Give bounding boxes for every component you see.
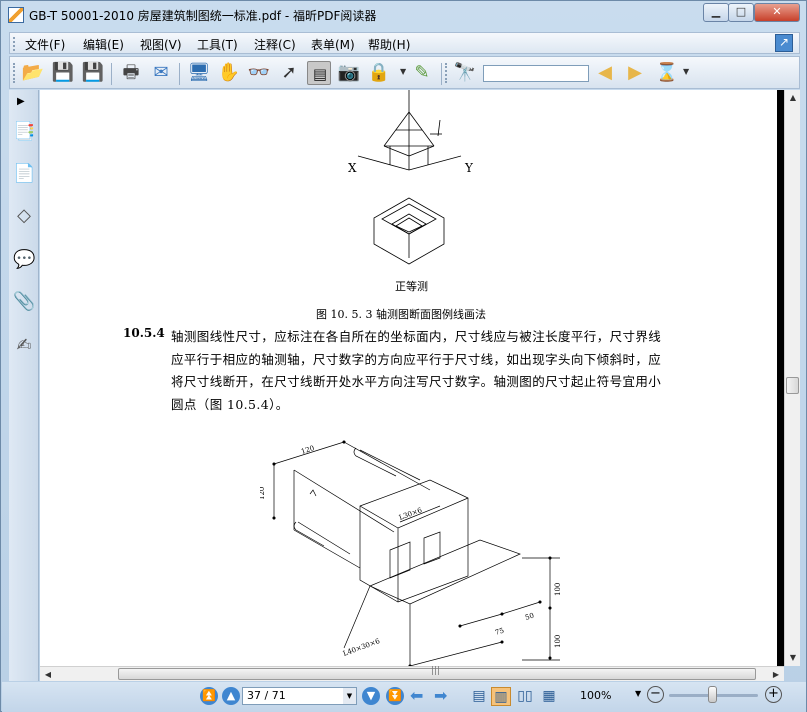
scroll-left-icon[interactable]: ◀ [40,667,56,682]
paragraph-line: 应平行于相应的轴测轴，尺寸数字的方向应平行于尺寸线，如出现字头向下倾斜时，应 [171,351,662,367]
menu-comment[interactable]: 注释(C) [254,36,296,53]
previous-page-icon[interactable]: ▲ [222,687,240,705]
dim-bottom-right: 50 [524,612,535,622]
next-page-icon[interactable]: ▼ [362,687,380,705]
bookmarks-icon[interactable]: 📑 [13,120,35,144]
minimize-button[interactable]: ▁ [703,3,729,22]
document-view[interactable]: X Y 正等测 图 10. 5. 3 轴测图断面图例线画法 10.5.4 轴测图… [40,90,784,666]
zoom-dropdown-icon[interactable]: ▼ [635,689,641,698]
toolbar-grip-2[interactable] [445,63,448,83]
next-result-icon[interactable]: ▶ [623,61,647,85]
signatures-icon[interactable]: ✍ [13,334,35,358]
find-binoculars-icon[interactable]: 🔭 [453,61,477,85]
prev-result-icon[interactable]: ◀ [593,61,617,85]
toolbar: 📂 💾 💾 🖶 ✉ 🖥 ✋ 👓 ➚ ▤ 📷 🔒 ▼ ✎ 🔭 ◀ ▶ ⌛ ▼ [9,56,800,89]
app-icon [8,7,24,23]
email-icon[interactable]: ✉ [149,61,173,85]
dim-left-height: 120 [260,487,266,500]
dim-angle-label: L30×6 [398,506,424,522]
dim-right-lower: 100 [554,635,560,648]
axonometric-section-figure: X Y [348,90,474,265]
menu-edit[interactable]: 编辑(E) [83,36,124,53]
menu-form[interactable]: 表单(M) [311,36,355,53]
zoom-out-icon[interactable]: − [647,686,664,703]
y-axis-label: Y [464,161,474,175]
window-title: GB-T 50001-2010 房屋建筑制图统一标准.pdf - 福昕PDF阅读… [29,9,377,23]
dim-right-upper: 100 [554,583,560,596]
dim-bottom-mid: 75 [494,627,505,637]
go-back-icon[interactable]: ⬅ [410,686,423,705]
continuous-facing-view-icon[interactable]: ▦ [539,687,559,706]
save-as-icon[interactable]: 💾 [81,61,105,85]
sign-icon[interactable]: ✎ [410,61,434,85]
snapshot-icon[interactable]: 📷 [337,61,361,85]
last-page-icon[interactable]: ⏬ [386,687,404,705]
expand-panel-icon[interactable]: ▶ [17,96,25,107]
section-number: 10.5.4 [123,326,165,340]
navigation-panel: ▶ 📑 📄 ◇ 💬 📎 ✍ [9,90,39,681]
status-bar: ⏫ ▲ 37 / 71 ▼ ▼ ⏬ ⬅ ➡ ▤ ▥ ▯▯ ▦ 100% ▼ − … [2,682,806,712]
paragraph-line: 将尺寸线断开，在尺寸线断开处水平方向注写尺寸数字。轴测图的尺寸起止符号宜用小 [171,374,662,389]
dim-bottom-left: L40×30×6 [342,637,382,658]
comments-icon[interactable]: 💬 [13,248,35,272]
restore-view-icon[interactable] [775,34,793,52]
zoom-glasses-icon[interactable]: 👓 [247,61,271,85]
pages-icon[interactable]: 📄 [13,162,35,186]
horizontal-scroll-thumb[interactable] [118,666,756,680]
vertical-scroll-thumb[interactable] [786,377,799,394]
maximize-button[interactable]: □ [728,3,754,22]
zoom-in-icon[interactable]: + [765,686,782,703]
single-page-view-icon[interactable]: ▤ [469,687,489,706]
layers-icon[interactable]: ◇ [13,204,35,228]
scroll-right-icon[interactable]: ▶ [768,667,784,682]
view-caption: 正等测 [395,280,428,293]
attachments-icon[interactable]: 📎 [13,290,35,314]
page-indicator: 37 / 71 [247,689,286,702]
highlight-icon[interactable]: ⌛ [655,61,679,85]
fullscreen-icon[interactable]: 🖥 [187,61,211,85]
highlight-dropdown-icon[interactable]: ▼ [683,67,689,76]
x-axis-label: X [348,161,357,175]
vertical-scrollbar[interactable]: ▲ ▼ [784,90,800,666]
dim-top-width: 120 [300,444,315,456]
save-icon[interactable]: 💾 [51,61,75,85]
figure-caption: 图 10. 5. 3 轴测图断面图例线画法 [316,308,486,321]
zoom-slider-thumb[interactable] [708,686,717,703]
dimensioned-isometric-figure: 120 120 L30×6 100 100 L40×30×6 75 50 [260,440,560,666]
paragraph-line: 轴测图线性尺寸，应标注在各自所在的坐标面内，尺寸线应与被注长度平行，尺寸界线 [171,329,662,344]
menu-help[interactable]: 帮助(H) [368,36,410,53]
hand-tool-icon[interactable]: ✋ [217,61,241,85]
page-number-field[interactable]: 37 / 71 ▼ [242,687,357,705]
scroll-up-icon[interactable]: ▲ [785,90,801,106]
toolbar-grip[interactable] [13,63,16,83]
continuous-view-icon[interactable]: ▥ [491,687,511,706]
menu-view[interactable]: 视图(V) [140,36,182,53]
menu-file[interactable]: 文件(F) [25,36,65,53]
search-input[interactable] [483,65,589,82]
scroll-down-icon[interactable]: ▼ [785,650,801,666]
facing-view-icon[interactable]: ▯▯ [515,687,535,706]
menu-tools[interactable]: 工具(T) [197,36,238,53]
go-forward-icon[interactable]: ➡ [434,686,447,705]
section-paragraph: 轴测图线性尺寸，应标注在各自所在的坐标面内，尺寸线应与被注长度平行，尺寸界线 应… [171,326,701,416]
rms-dropdown-icon[interactable]: ▼ [400,67,406,76]
print-icon[interactable]: 🖶 [119,61,143,85]
close-button[interactable]: ✕ [754,3,800,22]
paragraph-line: 圆点（图 10.5.4）。 [171,396,289,412]
title-bar: GB-T 50001-2010 房屋建筑制图统一标准.pdf - 福昕PDF阅读… [1,1,806,29]
page-dropdown-icon[interactable]: ▼ [343,688,356,704]
horizontal-scrollbar[interactable]: ◀ ▶ [40,666,784,681]
app-window: GB-T 50001-2010 房屋建筑制图统一标准.pdf - 福昕PDF阅读… [0,0,807,712]
menu-grip[interactable] [13,37,16,51]
menu-bar: 文件(F) 编辑(E) 视图(V) 工具(T) 注释(C) 表单(M) 帮助(H… [9,32,800,54]
open-folder-icon[interactable]: 📂 [21,61,45,85]
select-arrow-icon[interactable]: ➚ [277,61,301,85]
text-select-icon[interactable]: ▤ [307,61,331,85]
zoom-level[interactable]: 100% [580,689,611,702]
rms-lock-icon[interactable]: 🔒 [367,61,391,85]
page-edge [777,90,784,666]
first-page-icon[interactable]: ⏫ [200,687,218,705]
